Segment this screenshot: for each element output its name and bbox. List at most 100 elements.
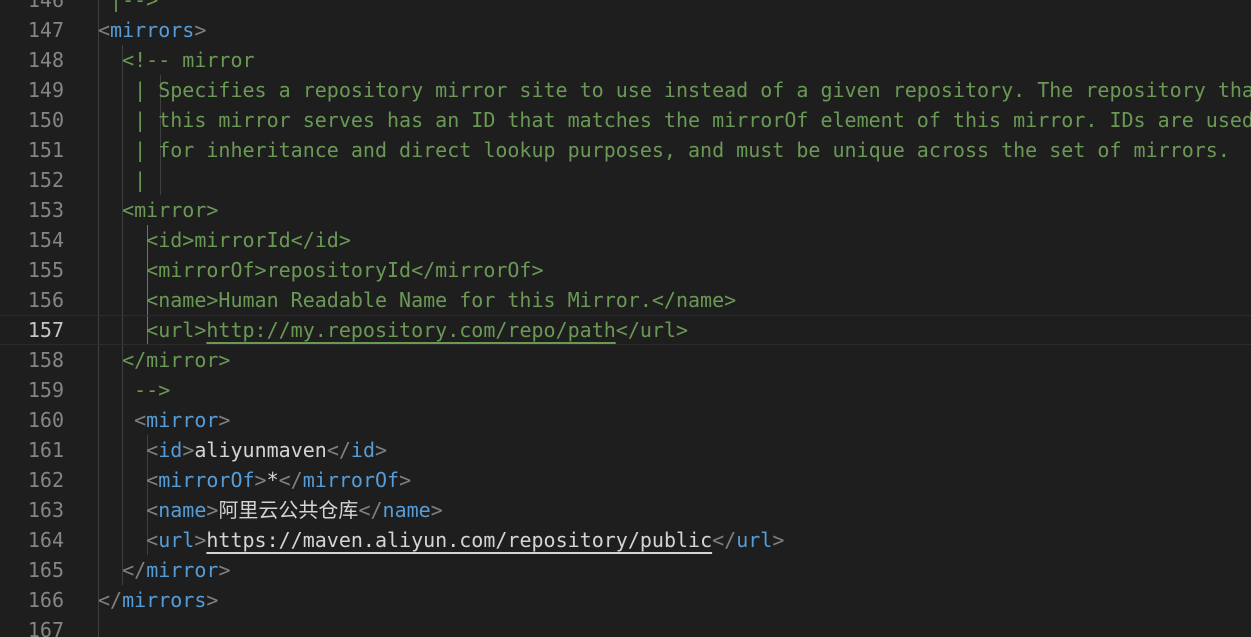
code-line[interactable]: 167: [0, 615, 1251, 637]
code-token: <name>Human Readable Name for this Mirro…: [98, 288, 737, 312]
line-number: 156: [27, 288, 64, 312]
line-number: 151: [27, 138, 64, 162]
code-token: </: [278, 468, 303, 492]
line-code: <mirror>: [98, 405, 230, 435]
code-line[interactable]: 159 -->: [0, 375, 1251, 405]
line-code: <!-- mirror: [98, 45, 255, 75]
code-token: mirrors: [122, 588, 207, 612]
code-token: </: [98, 588, 123, 612]
code-token: <: [134, 408, 147, 432]
code-line[interactable]: 163 <name>阿里云公共仓库</name>: [0, 495, 1251, 525]
line-code: <mirrorOf>repositoryId</mirrorOf>: [98, 255, 544, 285]
code-line[interactable]: 155 <mirrorOf>repositoryId</mirrorOf>: [0, 255, 1251, 285]
line-number: 153: [27, 198, 64, 222]
code-token: >: [206, 588, 219, 612]
code-token: name: [158, 498, 207, 522]
code-line[interactable]: 146 |-->: [0, 0, 1251, 15]
line-number: 157: [27, 318, 64, 342]
line-number: 167: [27, 618, 64, 637]
line-code: </mirror>: [98, 345, 230, 375]
code-line[interactable]: 161 <id>aliyunmaven</id>: [0, 435, 1251, 465]
line-code: <name>阿里云公共仓库</name>: [98, 495, 443, 525]
code-line[interactable]: 147 <mirrors>: [0, 15, 1251, 45]
code-token: | Specifies a repository mirror site to …: [98, 78, 1251, 102]
code-token: <: [146, 438, 159, 462]
line-number: 164: [27, 528, 64, 552]
line-number: 155: [27, 258, 64, 282]
line-number: 159: [27, 378, 64, 402]
code-line[interactable]: 157 <url>http://my.repository.com/repo/p…: [0, 315, 1251, 345]
code-token: >: [194, 18, 207, 42]
code-token: >: [182, 438, 195, 462]
line-number: 165: [27, 558, 64, 582]
code-token: </mirror>: [98, 348, 231, 372]
line-number: 154: [27, 228, 64, 252]
code-token: id: [158, 438, 183, 462]
line-number: 158: [27, 348, 64, 372]
code-token: *: [266, 468, 279, 492]
line-number: 148: [27, 48, 64, 72]
line-code: | for inheritance and direct lookup purp…: [98, 135, 1230, 165]
line-number: 147: [27, 18, 64, 42]
code-token: mirrors: [110, 18, 195, 42]
line-code: <url>http://my.repository.com/repo/path<…: [98, 316, 688, 344]
line-number: 150: [27, 108, 64, 132]
code-token: id: [350, 438, 375, 462]
code-token: <: [146, 468, 159, 492]
line-code: | this mirror serves has an ID that matc…: [98, 105, 1251, 135]
code-token: <mirrorOf>repositoryId</mirrorOf>: [98, 258, 544, 282]
code-line[interactable]: 152 |: [0, 165, 1251, 195]
code-token: url: [736, 528, 773, 552]
line-number: 163: [27, 498, 64, 522]
code-token: >: [399, 468, 412, 492]
code-token: |: [98, 168, 147, 192]
code-token: </: [122, 558, 147, 582]
code-token: aliyunmaven: [194, 438, 327, 462]
code-line[interactable]: 154 <id>mirrorId</id>: [0, 225, 1251, 255]
code-token: |-->: [98, 0, 159, 12]
line-code: < url> https://maven.aliyun.com/repository…: [98, 525, 784, 555]
code-token: mirrorOf: [302, 468, 400, 492]
code-line[interactable]: 160 <mirror>: [0, 405, 1251, 435]
code-token: </: [712, 528, 737, 552]
code-token: <!-- mirror: [98, 48, 255, 72]
code-token: >: [254, 468, 267, 492]
code-line[interactable]: 153 <mirror>: [0, 195, 1251, 225]
line-code: |: [98, 165, 146, 195]
code-token: >: [430, 498, 443, 522]
line-code: <id>aliyunmaven</id>: [98, 435, 387, 465]
code-token: | for inheritance and direct lookup purp…: [98, 138, 1230, 162]
line-number: 162: [27, 468, 64, 492]
code-token: >: [375, 438, 388, 462]
code-line[interactable]: 166 </mirrors>: [0, 585, 1251, 615]
code-line[interactable]: 165 </mirror>: [0, 555, 1251, 585]
code-line[interactable]: 158 </mirror>: [0, 345, 1251, 375]
code-editor[interactable]: 146 |--> 147 <mirrors> 148 <!-- mirror 149 |…: [0, 0, 1251, 637]
code-line[interactable]: 164 < url> https://maven.aliyun.com/reposi…: [0, 525, 1251, 555]
code-token: >: [218, 408, 231, 432]
code-token: https://maven.aliyun.com/repository/publ…: [206, 528, 713, 552]
code-token: </: [326, 438, 351, 462]
code-token: >: [772, 528, 785, 552]
code-token: <url>: [98, 318, 207, 342]
code-token: mirror: [146, 558, 219, 582]
line-code: | Specifies a repository mirror site to …: [98, 75, 1251, 105]
line-code: |-->: [98, 0, 158, 15]
code-token: <: [146, 528, 159, 552]
code-line[interactable]: 162 <mirrorOf>*</mirrorOf>: [0, 465, 1251, 495]
code-line[interactable]: 151 | for inheritance and direct lookup …: [0, 135, 1251, 165]
code-line[interactable]: 149 | Specifies a repository mirror site…: [0, 75, 1251, 105]
code-token: http://my.repository.com/repo/path: [206, 318, 616, 342]
code-token: <: [146, 498, 159, 522]
code-line[interactable]: 148 <!-- mirror: [0, 45, 1251, 75]
code-line[interactable]: 150 | this mirror serves has an ID that …: [0, 105, 1251, 135]
code-token: | this mirror serves has an ID that matc…: [98, 108, 1251, 132]
code-token: mirrorOf: [158, 468, 255, 492]
code-line[interactable]: 156 <name>Human Readable Name for this M…: [0, 285, 1251, 315]
line-number: 149: [27, 78, 64, 102]
line-code: </mirrors>: [98, 585, 218, 615]
code-token: mirror: [146, 408, 219, 432]
